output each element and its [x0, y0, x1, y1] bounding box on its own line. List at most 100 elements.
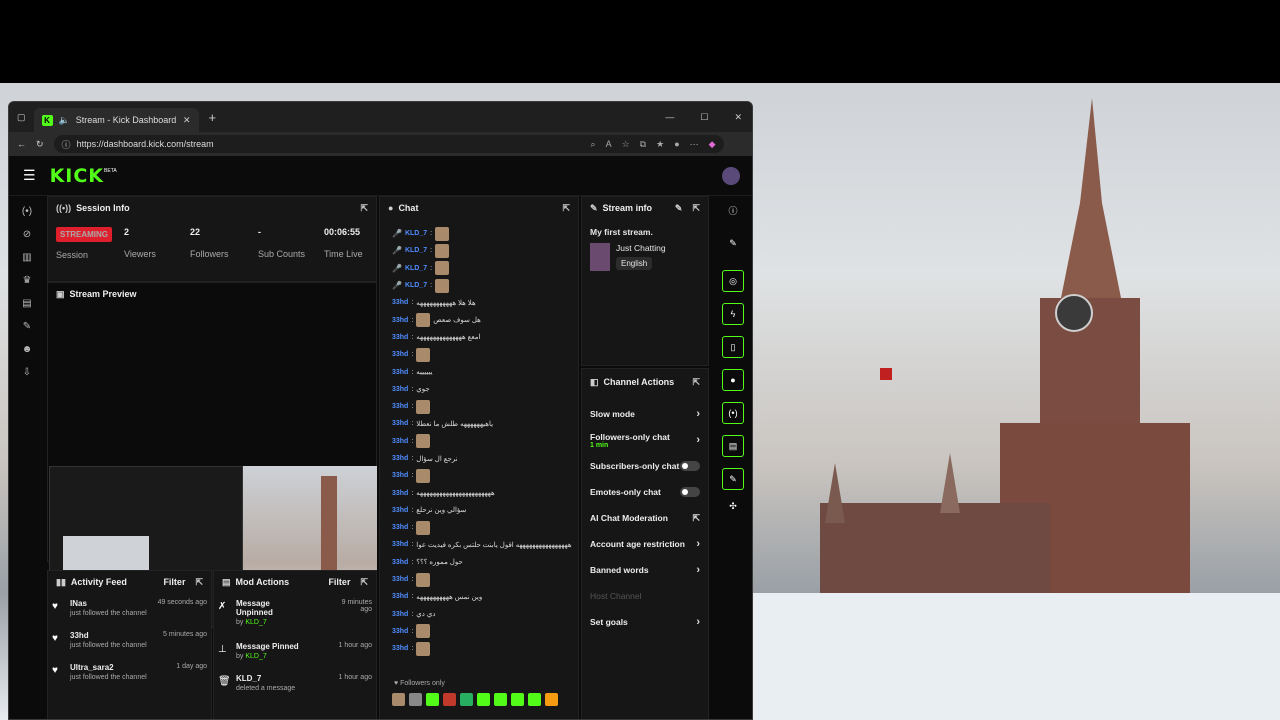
- chat-message[interactable]: 33hd:: [392, 640, 578, 657]
- chat-username[interactable]: KLD_7: [405, 265, 427, 272]
- zoom-icon[interactable]: ⌕: [591, 139, 596, 150]
- chat-message[interactable]: 33hd: هلا هلا هههههههههههه: [392, 294, 578, 311]
- community-nav-icon[interactable]: ☻: [22, 344, 33, 355]
- chat-username[interactable]: 33hd: [392, 420, 408, 427]
- chat-message[interactable]: 33hd:: [392, 346, 578, 363]
- account-age-item[interactable]: Account age restriction ›: [582, 531, 708, 557]
- chat-message[interactable]: 33hd: وين نمس ههههههههههه: [392, 588, 578, 605]
- followers-only-item[interactable]: Followers-only chat 1 min ›: [582, 427, 708, 453]
- chat-username[interactable]: 33hd: [392, 559, 408, 566]
- chat-message[interactable]: 33hd: جوي: [392, 381, 578, 398]
- popout-icon[interactable]: ⇱: [360, 203, 368, 214]
- back-icon[interactable]: ←: [17, 139, 26, 149]
- emote-icon[interactable]: [477, 693, 490, 706]
- emote-icon[interactable]: [443, 693, 456, 706]
- emote-icon[interactable]: [426, 693, 439, 706]
- favorite-star-icon[interactable]: ☆: [622, 139, 630, 150]
- close-tab-icon[interactable]: ✕: [183, 115, 191, 126]
- popout-icon[interactable]: ⇱: [195, 577, 203, 588]
- extensions-icon[interactable]: ⧉: [640, 139, 646, 150]
- refresh-icon[interactable]: ↻: [36, 139, 44, 150]
- stream-nav-icon[interactable]: (•): [22, 206, 32, 217]
- chat-username[interactable]: 33hd: [392, 524, 408, 531]
- chat-message[interactable]: 33hd:: [392, 571, 578, 588]
- chat-message[interactable]: 33hd: هل سوف صعص: [392, 311, 578, 328]
- chat-message-list[interactable]: 🎤 KLD_7: 🎤 KLD_7: 🎤 KLD_7: 🎤 KLD_7:33hd: هلا هلا…: [380, 219, 578, 667]
- edit-icon[interactable]: ✎: [675, 203, 683, 214]
- chat-bubble-icon[interactable]: ●: [722, 369, 744, 391]
- chat-username[interactable]: 33hd: [392, 351, 408, 358]
- copilot-icon[interactable]: ◆: [709, 139, 716, 150]
- url-field[interactable]: ⓘ https://dashboard.kick.com/stream ⌕ A …: [53, 135, 724, 153]
- profile-icon[interactable]: ●: [674, 139, 679, 150]
- chat-message[interactable]: 🎤 KLD_7:: [392, 225, 578, 242]
- popout-icon[interactable]: ⇱: [562, 203, 570, 214]
- activity-filter-button[interactable]: Filter: [163, 577, 185, 588]
- maximize-icon[interactable]: ☐: [700, 112, 708, 123]
- chat-message[interactable]: 33hd:: [392, 433, 578, 450]
- emote-icon[interactable]: [460, 693, 473, 706]
- favorites-icon[interactable]: ★: [656, 139, 664, 150]
- emote-icon[interactable]: [494, 693, 507, 706]
- emote-icon[interactable]: [545, 693, 558, 706]
- payout-nav-icon[interactable]: ⇩: [23, 367, 31, 378]
- read-aloud-icon[interactable]: A: [606, 139, 612, 150]
- trophy-nav-icon[interactable]: ♛: [23, 275, 32, 286]
- close-window-icon[interactable]: ✕: [734, 112, 742, 123]
- chat-message[interactable]: 33hd: ههههههههههههههههه اقول يابنت حلتس ب…: [392, 536, 578, 553]
- popout-icon[interactable]: ⇱: [692, 203, 700, 214]
- chat-message[interactable]: 🎤 KLD_7:: [392, 242, 578, 259]
- lightning-icon[interactable]: ϟ: [722, 303, 744, 325]
- popout-icon[interactable]: ⇱: [360, 577, 368, 588]
- chat-username[interactable]: KLD_7: [405, 230, 427, 237]
- chat-username[interactable]: 33hd: [392, 369, 408, 376]
- chat-message[interactable]: 🎤 KLD_7:: [392, 260, 578, 277]
- subscribers-only-toggle[interactable]: [680, 461, 700, 471]
- emote-icon[interactable]: [528, 693, 541, 706]
- chat-username[interactable]: 33hd: [392, 628, 408, 635]
- chat-username[interactable]: 33hd: [392, 299, 408, 306]
- chat-message[interactable]: 33hd:: [392, 623, 578, 640]
- chat-username[interactable]: 33hd: [392, 455, 408, 462]
- emote-icon[interactable]: [409, 693, 422, 706]
- chat-message[interactable]: 33hd: حول مموره ؟؟؟: [392, 554, 578, 571]
- chat-username[interactable]: 33hd: [392, 438, 408, 445]
- document-icon[interactable]: ▯: [722, 336, 744, 358]
- camera-icon[interactable]: ◎: [722, 270, 744, 292]
- chat-username[interactable]: 33hd: [392, 403, 408, 410]
- media-nav-icon[interactable]: ▤: [22, 298, 31, 309]
- chat-username[interactable]: 33hd: [392, 317, 408, 324]
- more-icon[interactable]: ⋯: [690, 139, 699, 150]
- browser-tab[interactable]: K 🔈 Stream - Kick Dashboard ✕: [33, 108, 199, 132]
- popout-icon[interactable]: ⇱: [692, 377, 700, 388]
- chat-message[interactable]: 33hd: امعع ههههههههههههههه: [392, 329, 578, 346]
- wrench-icon[interactable]: ✎: [722, 468, 744, 490]
- layers-icon[interactable]: ▤: [722, 435, 744, 457]
- banned-words-item[interactable]: Banned words ›: [582, 557, 708, 583]
- chat-message[interactable]: 33hd: هههههههههههههههههههههههه: [392, 484, 578, 501]
- chat-username[interactable]: 33hd: [392, 472, 408, 479]
- apps-icon[interactable]: ✣: [729, 501, 737, 512]
- minimize-icon[interactable]: —: [665, 112, 674, 122]
- pencil-icon[interactable]: ✎: [729, 238, 737, 249]
- info-icon[interactable]: ⓘ: [728, 204, 737, 217]
- chat-message[interactable]: 33hd:: [392, 398, 578, 415]
- chat-message[interactable]: 33hd: سؤالي وين نرحلع: [392, 502, 578, 519]
- chat-username[interactable]: 33hd: [392, 645, 408, 652]
- chat-username[interactable]: KLD_7: [405, 247, 427, 254]
- set-goals-item[interactable]: Set goals ›: [582, 609, 708, 635]
- chat-username[interactable]: 33hd: [392, 593, 408, 600]
- chat-message[interactable]: 33hd: ييييييه: [392, 363, 578, 380]
- chat-username[interactable]: 33hd: [392, 576, 408, 583]
- emote-icon[interactable]: [511, 693, 524, 706]
- chat-username[interactable]: 33hd: [392, 611, 408, 618]
- speaker-icon[interactable]: 🔈: [59, 115, 70, 126]
- chat-username[interactable]: 33hd: [392, 490, 408, 497]
- broadcast-icon[interactable]: (•): [722, 402, 744, 424]
- tools-nav-icon[interactable]: ✎: [23, 321, 31, 332]
- chat-username[interactable]: KLD_7: [405, 282, 427, 289]
- kick-logo[interactable]: KICK: [50, 165, 104, 187]
- menu-icon[interactable]: ☰: [23, 167, 36, 184]
- chat-message[interactable]: 33hd:: [392, 519, 578, 536]
- chat-username[interactable]: 33hd: [392, 507, 408, 514]
